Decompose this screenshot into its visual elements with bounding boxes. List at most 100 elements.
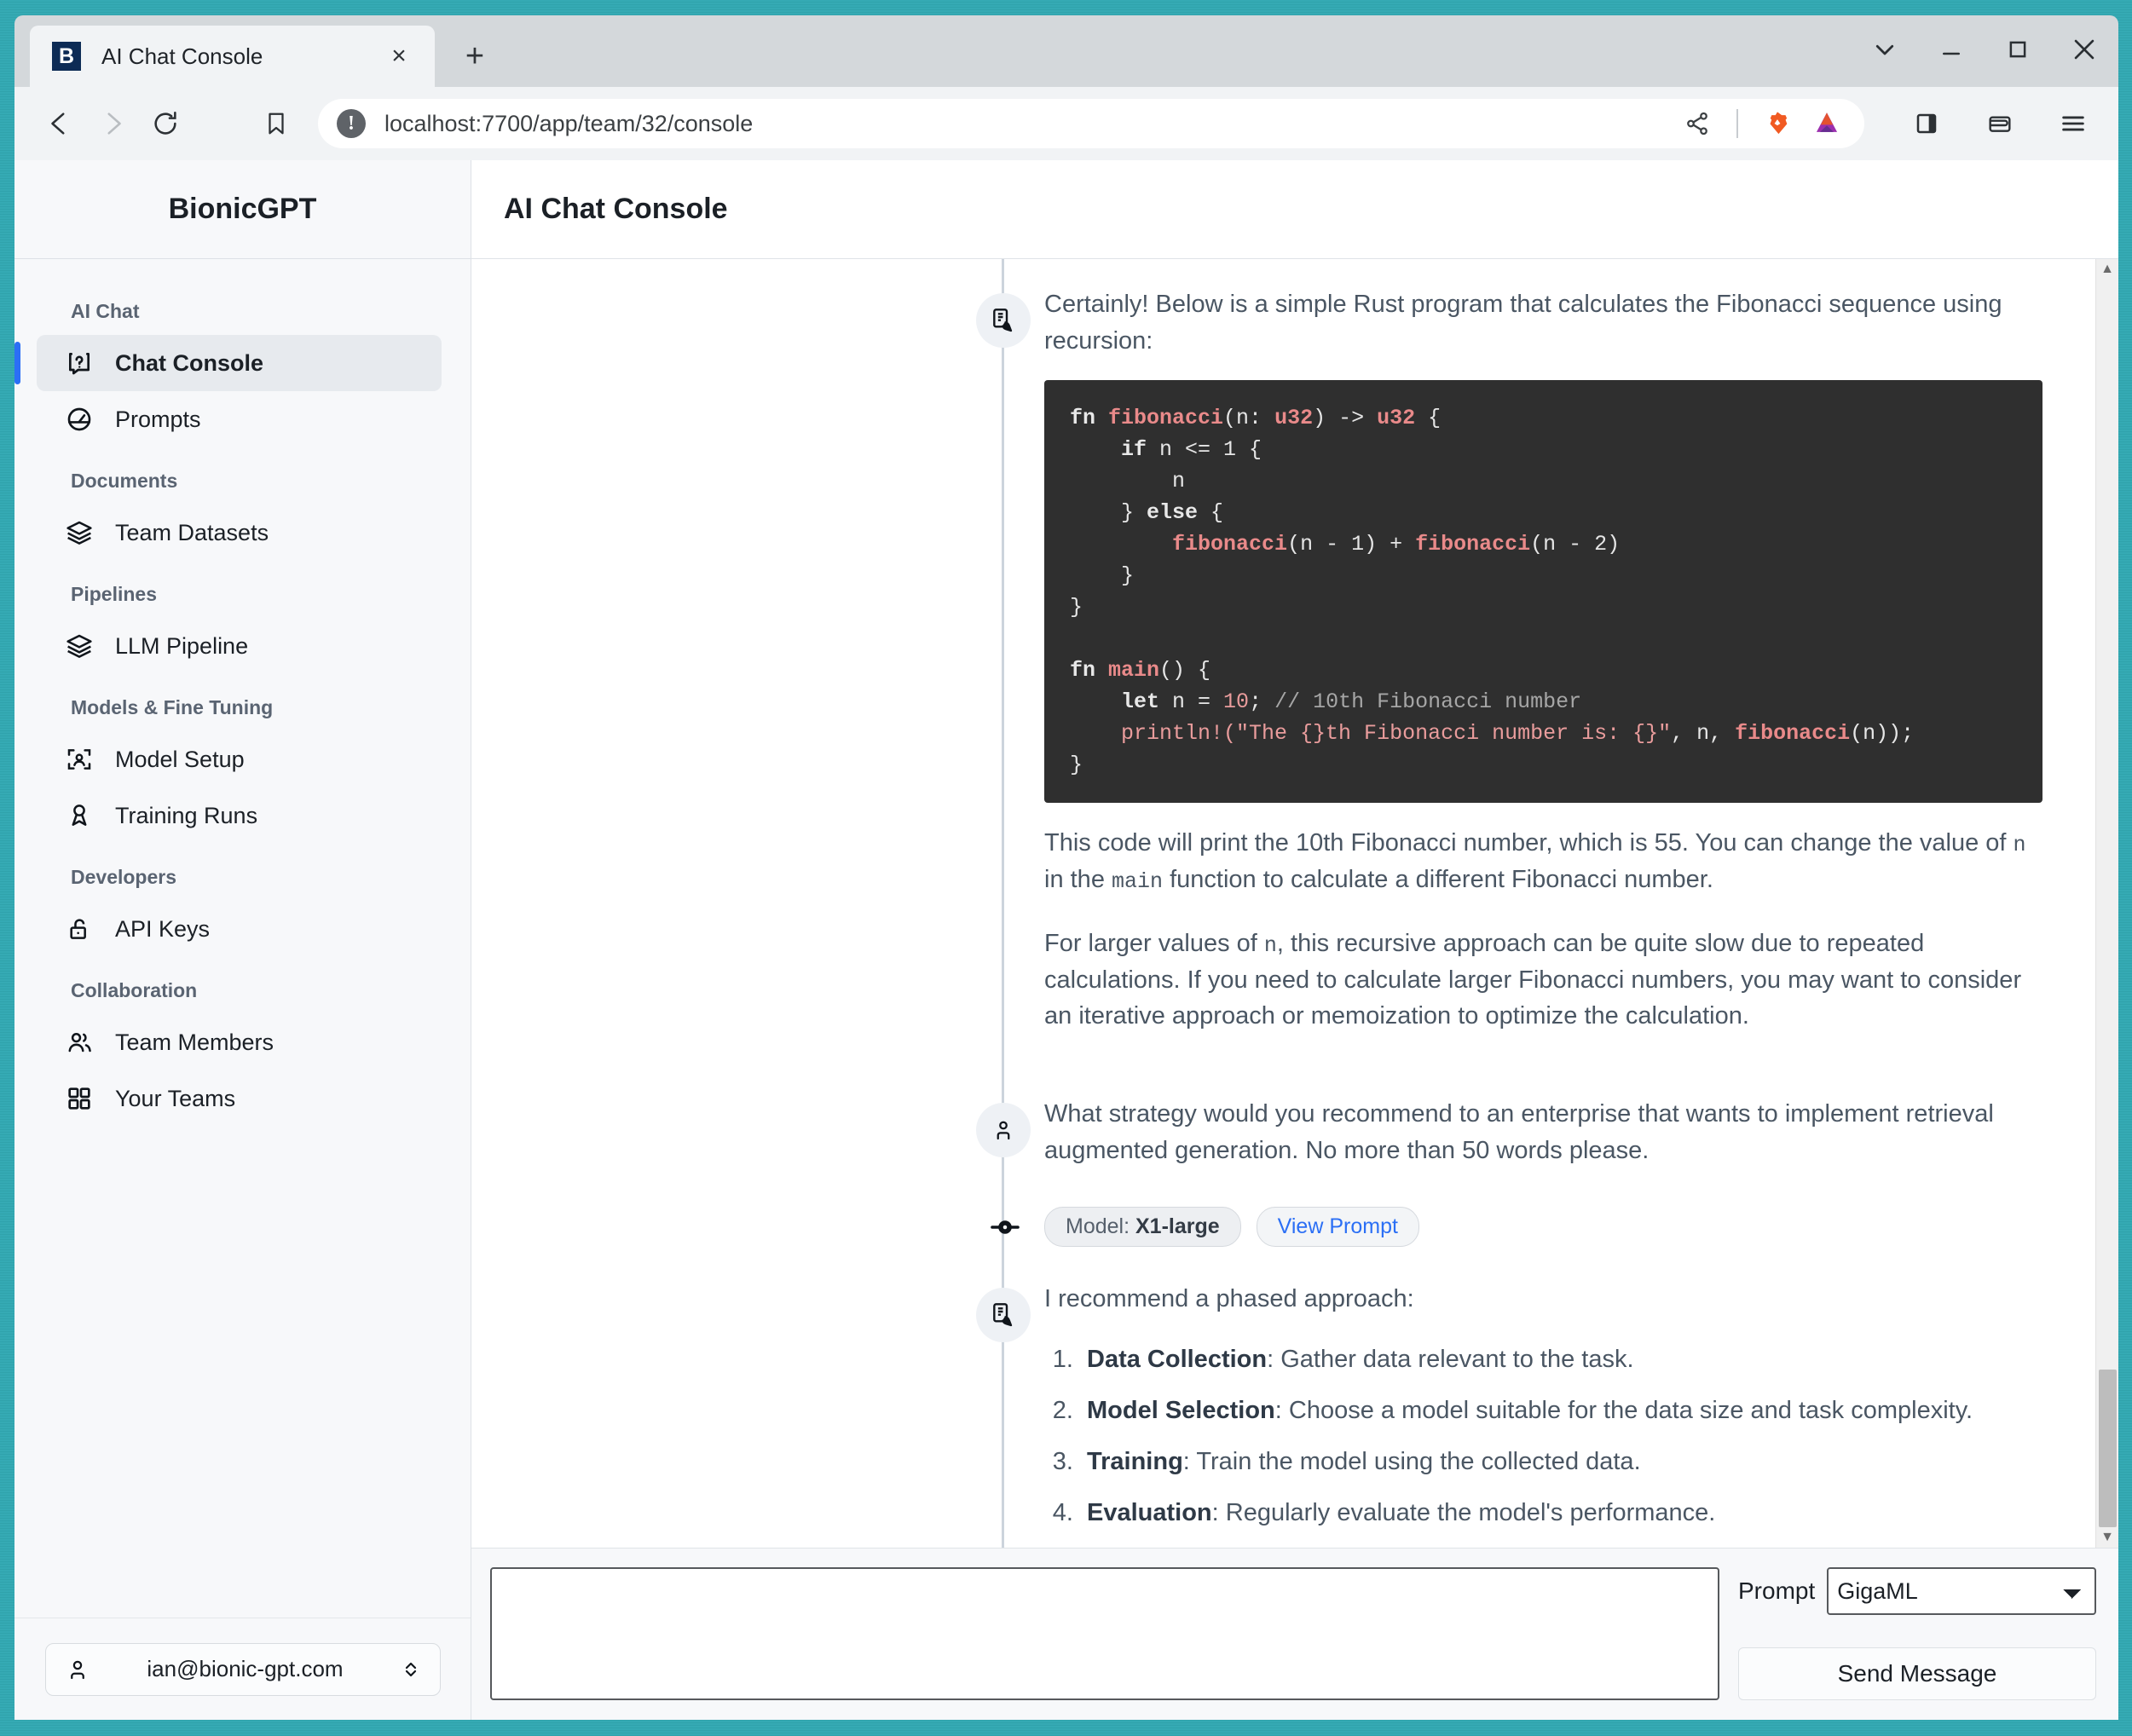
sidebar-section-documents: Documents [14,447,471,505]
user-avatar-icon [976,1103,1031,1157]
wallet-icon[interactable] [1973,97,2026,150]
chat-question-icon [62,349,96,377]
badge-group: Model: X1-large View Prompt [1044,1207,2042,1247]
sidebar-item-label: Model Setup [115,747,245,773]
tab-search-chevron-icon[interactable] [1866,31,1904,68]
up-down-chevrons-icon [401,1657,421,1682]
sidebar-footer: ian@bionic-gpt.com [14,1618,471,1720]
sidebar-nav: AI Chat Chat Console Prompts Documents [14,259,471,1618]
window-controls [1866,31,2103,68]
scroll-up-arrow-icon[interactable]: ▲ [2100,259,2114,280]
bat-token-icon[interactable] [1806,103,1847,144]
sidebar-item-your-teams[interactable]: Your Teams [37,1070,442,1127]
ribbon-icon [62,802,96,829]
grid-icon [62,1085,96,1112]
sidebar-item-team-datasets[interactable]: Team Datasets [37,505,442,561]
user-account-selector[interactable]: ian@bionic-gpt.com [45,1643,441,1696]
para1-part-a: This code will print the 10th Fibonacci … [1044,829,2014,856]
assistant-intro-text: Certainly! Below is a simple Rust progra… [1044,286,2042,360]
forward-icon [86,97,139,150]
main-panel: AI Chat Console Certainly! Below is a si… [471,160,2118,1720]
address-bar[interactable]: ! localhost:7700/app/team/32/console [318,99,1864,148]
step-title: Training [1087,1448,1183,1475]
para2-part-a: For larger values of [1044,930,1264,957]
inline-code-n-2: n [1264,933,1277,958]
sidebar-item-training-runs[interactable]: Training Runs [37,787,442,844]
scrollbar-track[interactable] [2096,280,2118,1527]
code-block-rust: fn fibonacci(n: u32) -> u32 { if n <= 1 … [1044,380,2042,803]
sidebar-item-team-members[interactable]: Team Members [37,1014,442,1070]
address-bar-actions [1677,103,1847,144]
assistant-message-2: I recommend a phased approach: Data Coll… [471,1281,2042,1548]
composer-controls: Prompt GigaML Send Message [1738,1567,2096,1700]
model-badge: Model: X1-large [1044,1207,1241,1247]
sidebar-section-collaboration: Collaboration [14,957,471,1014]
list-item: Deployment & Iteration: Deploy the model… [1080,1546,2042,1548]
list-item: Data Collection: Gather data relevant to… [1080,1341,2042,1377]
sidebar-item-label: Prompts [115,407,201,433]
list-item: Evaluation: Regularly evaluate the model… [1080,1495,2042,1531]
assistant-reply-intro: I recommend a phased approach: [1044,1281,2042,1318]
lock-open-icon [62,915,96,943]
share-icon[interactable] [1677,103,1718,144]
assistant-paragraph-1: This code will print the 10th Fibonacci … [1044,825,2042,898]
scroll-down-arrow-icon[interactable]: ▼ [2100,1527,2114,1548]
back-icon[interactable] [33,97,86,150]
step-title: Evaluation [1087,1499,1212,1526]
sidebar-toggle-icon[interactable] [1900,97,1953,150]
step-title: Data Collection [1087,1346,1267,1373]
sidebar-item-chat-console[interactable]: Chat Console [37,335,442,391]
message-composer: Prompt GigaML Send Message [471,1548,2118,1720]
new-tab-button[interactable]: + [450,32,500,81]
message-input[interactable] [490,1567,1719,1700]
chat-area-wrapper: Certainly! Below is a simple Rust progra… [471,259,2118,1548]
model-badge-name: X1-large [1135,1214,1220,1238]
model-badge-prefix: Model: [1066,1214,1135,1238]
chat-scroll-region: Certainly! Below is a simple Rust progra… [471,259,2095,1548]
bookmark-icon[interactable] [250,97,303,150]
send-message-button[interactable]: Send Message [1738,1647,2096,1700]
inline-code-n: n [2014,833,2026,857]
browser-window: B AI Chat Console × + [14,15,2118,1720]
assistant-message: Certainly! Below is a simple Rust progra… [471,286,2042,1035]
site-info-icon[interactable]: ! [337,109,366,138]
brave-lion-icon[interactable] [1757,103,1798,144]
close-window-icon[interactable] [2066,31,2103,68]
divider [1736,109,1738,138]
assistant-paragraph-2: For larger values of n, this recursive a… [1044,926,2042,1035]
browser-tab[interactable]: B AI Chat Console × [30,26,435,87]
prompt-selector-row: Prompt GigaML [1738,1567,2096,1615]
speedometer-icon [62,406,96,433]
sidebar-section-ai-chat: AI Chat [14,278,471,335]
tab-strip: B AI Chat Console × + [14,15,2118,87]
sidebar-item-llm-pipeline[interactable]: LLM Pipeline [37,618,442,674]
sidebar-item-api-keys[interactable]: API Keys [37,901,442,957]
browser-menu-icon[interactable] [2047,97,2100,150]
sidebar-item-prompts[interactable]: Prompts [37,391,442,447]
sidebar-section-models-fine-tuning: Models & Fine Tuning [14,674,471,731]
sidebar-item-label: Chat Console [115,350,263,377]
maximize-icon[interactable] [1999,31,2037,68]
view-prompt-button[interactable]: View Prompt [1257,1207,1419,1247]
scrollbar-thumb[interactable] [2099,1370,2117,1527]
stack-icon [62,519,96,546]
sidebar-item-label: LLM Pipeline [115,633,248,660]
person-icon [65,1657,90,1682]
sidebar-item-model-setup[interactable]: Model Setup [37,731,442,787]
app-sidebar: BionicGPT AI Chat Chat Console Prompts D… [14,160,471,1720]
page-viewport: BionicGPT AI Chat Chat Console Prompts D… [14,160,2118,1720]
step-title: Model Selection [1087,1397,1275,1424]
prompt-label: Prompt [1738,1577,1815,1605]
prompt-select[interactable]: GigaML [1827,1567,2096,1615]
close-tab-icon[interactable]: × [382,39,416,73]
reload-icon[interactable] [139,97,192,150]
step-text: : Regularly evaluate the model's perform… [1212,1499,1716,1526]
sidebar-item-label: Your Teams [115,1086,235,1112]
chat-vertical-scrollbar[interactable]: ▲ ▼ [2095,259,2118,1548]
inline-code-main: main [1112,869,1163,894]
minimize-icon[interactable] [1933,31,1970,68]
brand-title: BionicGPT [14,160,471,259]
assistant-avatar-icon [976,293,1031,348]
favicon: B [52,42,81,71]
user-message: What strategy would you recommend to an … [471,1096,2042,1169]
